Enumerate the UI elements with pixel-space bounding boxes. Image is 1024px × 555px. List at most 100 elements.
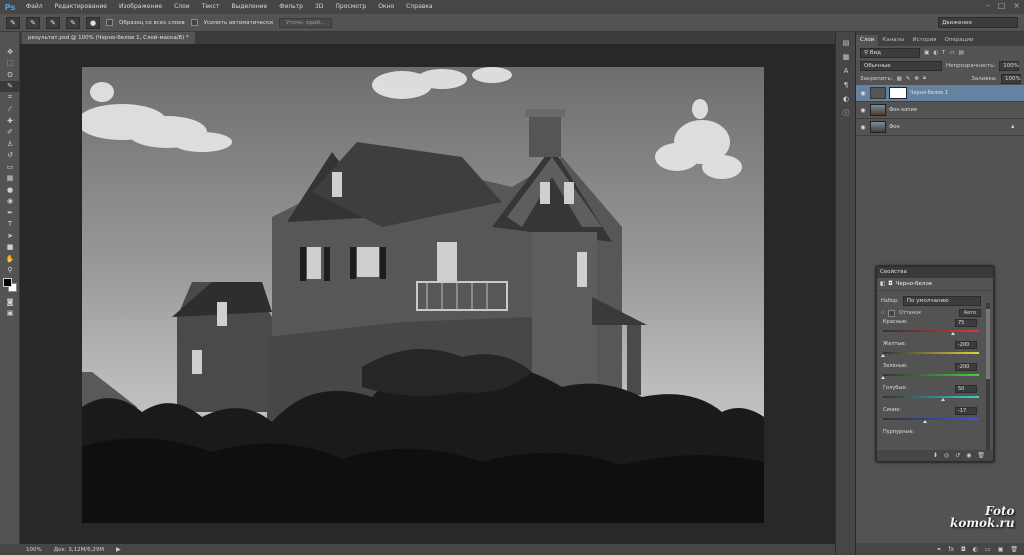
sample-all-layers-checkbox[interactable] (106, 19, 113, 26)
hand-icon[interactable]: ✋ (0, 253, 20, 265)
eyedropper-icon[interactable]: ⁄ (0, 104, 20, 116)
auto-button[interactable]: Авто (958, 309, 981, 317)
blend-mode-select[interactable]: Обычные (860, 60, 942, 71)
menu-edit[interactable]: Редактирование (49, 0, 113, 14)
history-brush-icon[interactable]: ↺ (0, 150, 20, 162)
zoom-icon[interactable]: ⚲ (0, 265, 20, 277)
filter-shape-icon[interactable]: ▭ (949, 50, 954, 56)
dodge-icon[interactable]: ◉ (0, 196, 20, 208)
menu-help[interactable]: Справка (400, 0, 438, 14)
lock-all-icon[interactable]: 🔒︎ (923, 75, 926, 82)
menu-window[interactable]: Окно (372, 0, 400, 14)
layer-row[interactable]: ◉ Черно-белое 1 (856, 85, 1024, 102)
delete-adjustment-icon[interactable]: 🗑︎ (977, 452, 985, 459)
tab-history[interactable]: История (908, 35, 940, 46)
marquee-icon[interactable]: ⬚ (0, 58, 20, 70)
brush-icon[interactable]: ✐ (0, 127, 20, 139)
gradient-icon[interactable]: ▦ (0, 173, 20, 185)
history-panel-icon[interactable]: ▤ (836, 36, 856, 50)
clip-to-layer-icon[interactable]: ⬇ (933, 452, 938, 459)
opacity-field[interactable]: 100% (999, 60, 1020, 71)
shape-icon[interactable]: ■ (0, 242, 20, 254)
refine-edge-button[interactable]: Уточн. край... (278, 17, 333, 28)
quick-select-icon[interactable]: ✎ (0, 80, 20, 92)
zoom-level[interactable]: 100% (26, 547, 42, 553)
move-icon[interactable]: ✥ (0, 46, 20, 58)
mask-icon[interactable]: ◘ (888, 281, 892, 287)
channel-slider-knob[interactable] (941, 398, 946, 401)
character-panel-icon[interactable]: A (836, 64, 856, 78)
channel-value-field[interactable]: -200 (955, 363, 977, 371)
layer-mask-thumbnail[interactable] (889, 87, 907, 99)
adjustments-panel-icon[interactable]: ◐ (836, 92, 856, 106)
quick-mask-icon[interactable]: ◙ (0, 296, 20, 308)
filter-type-icon[interactable]: T (942, 50, 945, 56)
new-group-icon[interactable]: ▭ (985, 546, 991, 553)
add-selection-icon[interactable]: ✎ (46, 16, 60, 29)
kind-filter-select[interactable]: ⚲ Вид (860, 47, 920, 58)
channel-slider-track[interactable] (883, 352, 979, 354)
toggle-visibility-icon[interactable]: ◉ (966, 452, 971, 459)
lock-transparent-icon[interactable]: ▦ (897, 76, 902, 82)
menu-3d[interactable]: 3D (309, 0, 329, 14)
new-layer-icon[interactable]: ▣ (998, 546, 1004, 553)
clone-stamp-icon[interactable]: ♙ (0, 138, 20, 150)
quick-select-preset-icon[interactable]: ✎ (6, 16, 20, 29)
reset-icon[interactable]: ↺ (955, 452, 960, 459)
visibility-eye-icon[interactable]: ◉ (856, 124, 870, 131)
canvas-area[interactable] (20, 44, 835, 544)
workspace-select[interactable]: Движение (938, 17, 1018, 28)
link-layers-icon[interactable]: ⚭ (936, 546, 941, 553)
eraser-icon[interactable]: ▭ (0, 161, 20, 173)
close-icon[interactable]: × (1013, 1, 1020, 10)
channel-value-field[interactable]: 50 (955, 385, 977, 393)
lasso-icon[interactable]: ʘ (0, 69, 20, 81)
tab-actions[interactable]: Операции (941, 35, 978, 46)
filter-smart-icon[interactable]: ▤ (959, 50, 964, 56)
view-previous-icon[interactable]: ◎ (944, 452, 949, 459)
visibility-eye-icon[interactable]: ◉ (856, 107, 870, 114)
channel-slider-knob[interactable] (951, 332, 956, 335)
status-menu-arrow-icon[interactable]: ▶ (116, 546, 121, 553)
tab-layers[interactable]: Слои (856, 35, 879, 46)
preset-select[interactable]: По умолчанию (902, 296, 981, 306)
crop-icon[interactable]: ⌗ (0, 92, 20, 104)
minimize-icon[interactable]: – (986, 1, 990, 10)
channel-value-field[interactable]: 75 (955, 319, 977, 327)
filter-pixel-icon[interactable]: ▣ (924, 50, 929, 56)
channel-slider-track[interactable] (883, 396, 979, 398)
tint-checkbox[interactable] (888, 309, 896, 317)
channel-value-field[interactable]: -200 (955, 341, 977, 349)
blur-icon[interactable]: ● (0, 184, 20, 196)
info-panel-icon[interactable]: ⓘ (836, 106, 856, 120)
layer-row[interactable]: ◉ Фон 🔒︎ (856, 119, 1024, 136)
channel-slider-track[interactable] (883, 418, 979, 420)
channel-slider-track[interactable] (883, 330, 979, 332)
maximize-icon[interactable]: □ (998, 1, 1006, 10)
menu-layers[interactable]: Слои (168, 0, 196, 14)
layer-row[interactable]: ◉ Фон копия (856, 102, 1024, 119)
brush-size-icon[interactable]: ● (86, 16, 100, 29)
add-mask-icon[interactable]: ◘ (961, 546, 966, 553)
subtract-selection-icon[interactable]: ✎ (66, 16, 80, 29)
lock-pixels-icon[interactable]: ✎ (906, 76, 911, 82)
visibility-eye-icon[interactable]: ◉ (856, 90, 870, 97)
properties-scrollbar[interactable] (986, 303, 990, 453)
document-image[interactable] (82, 67, 764, 523)
filter-adjust-icon[interactable]: ◐ (933, 50, 938, 56)
swatches-panel-icon[interactable]: ▦ (836, 50, 856, 64)
type-icon[interactable]: T (0, 219, 20, 231)
targeted-adjust-icon[interactable]: ☝ (881, 310, 884, 316)
path-select-icon[interactable]: ➤ (0, 230, 20, 242)
channel-slider-track[interactable] (883, 374, 979, 376)
screen-mode-icon[interactable]: ▣ (0, 308, 20, 320)
tab-channels[interactable]: Каналы (878, 35, 908, 46)
channel-slider-knob[interactable] (881, 376, 885, 379)
foreground-color-swatch[interactable] (3, 278, 12, 287)
menu-select[interactable]: Выделение (225, 0, 273, 14)
menu-file[interactable]: Файл (20, 0, 49, 14)
paragraph-panel-icon[interactable]: ¶ (836, 78, 856, 92)
lock-position-icon[interactable]: ✥ (914, 76, 919, 82)
healing-icon[interactable]: ✚ (0, 115, 20, 127)
photoshop-logo[interactable]: Ps (0, 0, 20, 14)
